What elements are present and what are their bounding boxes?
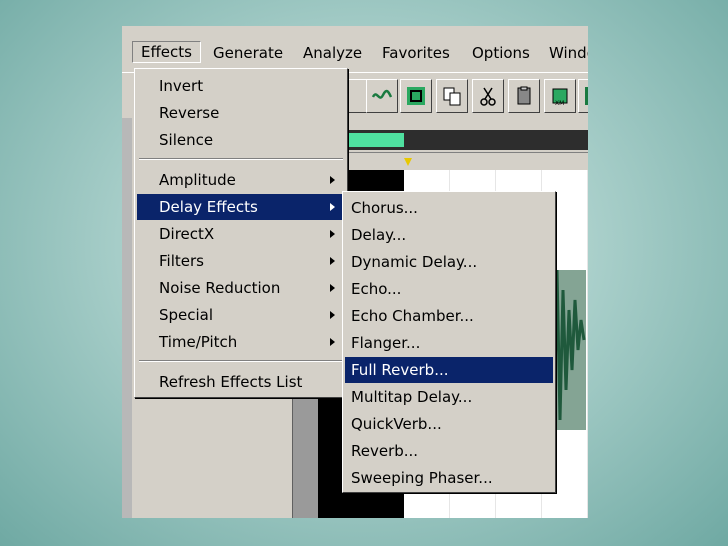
menu-window[interactable]: Windo: [549, 44, 588, 62]
submenu-arrow-icon: [330, 284, 335, 292]
submenu-arrow-icon: [330, 176, 335, 184]
delay-effects-submenu: Chorus... Delay... Dynamic Delay... Echo…: [342, 191, 556, 493]
submenu-item-reverb[interactable]: Reverb...: [345, 438, 553, 464]
menu-item-directx[interactable]: DirectX: [137, 221, 345, 247]
submenu-item-echo[interactable]: Echo...: [345, 276, 553, 302]
toolbar-button-mix-paste[interactable]: XM: [544, 79, 576, 113]
app-window: Effects Generate Analyze Favorites Optio…: [122, 26, 588, 518]
submenu-arrow-icon: [330, 311, 335, 319]
toolbar-button-green[interactable]: [578, 79, 588, 113]
paste-icon: [517, 86, 531, 105]
wave-icon: [371, 89, 393, 99]
menu-favorites[interactable]: Favorites: [382, 44, 450, 62]
menu-item-special[interactable]: Special: [137, 302, 345, 328]
copy-icon: [443, 87, 461, 106]
submenu-item-quickverb[interactable]: QuickVerb...: [345, 411, 553, 437]
menu-effects[interactable]: Effects: [132, 41, 201, 63]
cursor-marker[interactable]: [404, 158, 412, 166]
menu-separator: [139, 158, 343, 160]
svg-text:XM: XM: [555, 100, 564, 107]
mix-paste-icon: XM: [552, 88, 568, 107]
menu-item-amplitude[interactable]: Amplitude: [137, 167, 345, 193]
menu-item-time-pitch[interactable]: Time/Pitch: [137, 329, 345, 355]
submenu-arrow-icon: [330, 338, 335, 346]
menu-analyze[interactable]: Analyze: [303, 44, 362, 62]
crop-icon: [407, 87, 425, 105]
overview-visible-range: [344, 133, 404, 147]
submenu-item-flanger[interactable]: Flanger...: [345, 330, 553, 356]
toolbar-button-paste[interactable]: [508, 79, 540, 113]
submenu-item-delay[interactable]: Delay...: [345, 222, 553, 248]
submenu-arrow-icon: [330, 230, 335, 238]
submenu-item-chorus[interactable]: Chorus...: [345, 195, 553, 221]
toolbar-button-crop[interactable]: [400, 79, 432, 113]
submenu-item-multitap-delay[interactable]: Multitap Delay...: [345, 384, 553, 410]
menu-options[interactable]: Options: [472, 44, 530, 62]
submenu-item-full-reverb[interactable]: Full Reverb...: [345, 357, 553, 383]
menu-item-filters[interactable]: Filters: [137, 248, 345, 274]
menu-separator: [139, 360, 343, 362]
left-panel: [122, 118, 132, 518]
menu-item-delay-effects[interactable]: Delay Effects: [137, 194, 345, 220]
toolbar-button-copy[interactable]: [436, 79, 468, 113]
overview-bar[interactable]: [344, 130, 588, 150]
toolbar-button-cut[interactable]: [472, 79, 504, 113]
time-ruler[interactable]: [344, 152, 588, 171]
menu-item-invert[interactable]: Invert: [137, 73, 345, 99]
menu-generate[interactable]: Generate: [213, 44, 283, 62]
submenu-item-dynamic-delay[interactable]: Dynamic Delay...: [345, 249, 553, 275]
menu-item-refresh-effects-list[interactable]: Refresh Effects List: [137, 369, 345, 395]
toolbar-button-wave[interactable]: [366, 79, 398, 113]
menu-item-silence[interactable]: Silence: [137, 127, 345, 153]
cut-icon: [480, 87, 496, 106]
effects-menu: Invert Reverse Silence Amplitude Delay E…: [134, 68, 348, 398]
menu-item-reverse[interactable]: Reverse: [137, 100, 345, 126]
submenu-arrow-icon: [330, 203, 335, 211]
submenu-item-echo-chamber[interactable]: Echo Chamber...: [345, 303, 553, 329]
green-icon: [585, 87, 588, 105]
submenu-arrow-icon: [330, 257, 335, 265]
menu-bar: Effects Generate Analyze Favorites Optio…: [122, 40, 588, 68]
submenu-item-sweeping-phaser[interactable]: Sweeping Phaser...: [345, 465, 553, 491]
menu-item-noise-reduction[interactable]: Noise Reduction: [137, 275, 345, 301]
